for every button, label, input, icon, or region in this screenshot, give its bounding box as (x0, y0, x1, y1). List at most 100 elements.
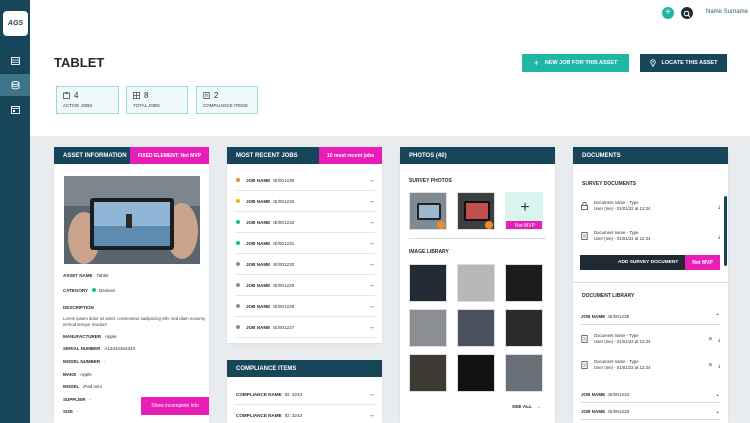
page-title: TABLET (54, 55, 105, 70)
job-row[interactable]: JOB NAME IE/001230 → (236, 254, 375, 275)
library-document-item[interactable]: Document name - Type User (me) - 01/01/22… (581, 327, 720, 351)
model-number-row: MODEL NUMBER - (63, 359, 106, 364)
see-all-link[interactable]: SEE ALL → (512, 405, 541, 410)
field-label: ASSET NAME (63, 273, 93, 278)
library-photo[interactable] (457, 354, 495, 392)
field-label: DESCRIPTION (63, 305, 94, 310)
field-label: CATEGORY (63, 288, 89, 293)
library-job-row[interactable]: JOB NAME IE/001233 ⌄ (581, 404, 720, 420)
status-dot-icon (236, 262, 240, 266)
location-pin-icon (649, 59, 656, 67)
job-label: JOB NAME (246, 198, 271, 204)
make-row: MAKE Apple (63, 372, 92, 377)
library-photo[interactable] (505, 354, 543, 392)
library-document-item[interactable]: Document name - Type User (me) - 01/01/22… (581, 353, 720, 377)
tablet-photo-image (64, 176, 200, 264)
job-row[interactable]: JOB NAME IE/001232 → (236, 212, 375, 233)
job-row[interactable]: JOB NAME IE/001228 → (236, 296, 375, 317)
job-label: JOB NAME (246, 324, 271, 330)
library-photo[interactable] (409, 354, 447, 392)
survey-photo[interactable] (457, 192, 495, 230)
job-row[interactable]: JOB NAME IE/001229 → (236, 275, 375, 296)
download-icon[interactable]: ⤓ (718, 363, 720, 368)
stat-active-jobs: 4 ACTIVE JOBS (56, 86, 119, 114)
status-dot-icon (236, 220, 240, 224)
show-incomplete-info-button[interactable]: Show incomplete info (141, 397, 209, 415)
card-header: DOCUMENTS (573, 147, 728, 164)
stat-value: 2 (214, 91, 219, 100)
survey-photo[interactable] (409, 192, 447, 230)
database-icon (11, 80, 19, 89)
card-header: COMPLIANCE ITEMS (227, 360, 382, 377)
status-dot-icon (236, 325, 240, 329)
asset-photo[interactable] (64, 176, 200, 264)
download-icon[interactable]: ⤓ (718, 234, 720, 239)
status-dot-icon (236, 304, 240, 308)
description-label: DESCRIPTION (63, 305, 98, 310)
chevron-down-icon: ⌄ (714, 409, 720, 415)
library-photo[interactable] (505, 264, 543, 302)
arrow-right-icon: → (368, 323, 375, 331)
field-label: MANUFACTURER (63, 334, 101, 339)
add-photo-tile[interactable]: + Not MVP (505, 192, 543, 230)
download-icon[interactable]: ⤓ (718, 337, 720, 342)
clipboard-icon (63, 92, 70, 99)
card-title: COMPLIANCE ITEMS (236, 365, 297, 372)
compliance-row[interactable]: COMPLIANCE NAME ID: 3243 → (236, 405, 375, 423)
user-name[interactable]: Name Surname (706, 9, 748, 15)
library-photo[interactable] (457, 309, 495, 347)
stat-value: 8 (144, 91, 149, 100)
library-photo[interactable] (505, 309, 543, 347)
document-meta: User (me) - 01/01/22 at 12:34 (594, 339, 651, 344)
job-label: JOB NAME (246, 282, 271, 288)
plus-icon: + (533, 58, 539, 68)
sidebar-item-assets[interactable] (0, 74, 30, 96)
add-survey-document-button[interactable]: ADD SURVEY DOCUMENT Not MVP (580, 255, 720, 270)
chevron-up-icon: ⌃ (714, 314, 720, 320)
document-icon (581, 335, 588, 343)
download-icon[interactable]: ⤓ (718, 204, 720, 209)
survey-documents-label: SURVEY DOCUMENTS (582, 181, 636, 187)
stat-label: TOTAL JOBS (133, 103, 160, 108)
new-job-button[interactable]: + NEW JOB FOR THIS ASSET (522, 54, 629, 72)
compliance-row[interactable]: COMPLIANCE NAME ID: 3243 → (236, 384, 375, 405)
arrow-right-icon: → (368, 176, 375, 184)
logo[interactable]: AGS (3, 11, 28, 36)
stat-total-jobs: 8 TOTAL JOBS (126, 86, 188, 114)
unlink-icon[interactable]: ⊘ (708, 362, 712, 368)
library-photo[interactable] (409, 309, 447, 347)
photos-card: PHOTOS (40) SURVEY PHOTOS + Not MVP IMAG… (400, 147, 555, 423)
field-value: iPad mini (83, 384, 102, 389)
library-job-row[interactable]: JOB NAME IE/001234 ⌄ (581, 387, 720, 403)
field-label: SERIAL NUMBER (63, 346, 101, 351)
locate-asset-button[interactable]: LOCATE THIS ASSET (640, 54, 727, 72)
divider (409, 238, 546, 239)
add-icon[interactable]: + (662, 7, 674, 19)
sidebar-item-calendar[interactable] (0, 98, 30, 120)
library-job-row-expanded[interactable]: JOB NAME IE/001235 ⌃ (581, 309, 720, 325)
documents-scrollbar[interactable] (724, 196, 727, 266)
status-dot-icon (236, 283, 240, 287)
locate-label: LOCATE THIS ASSET (661, 60, 718, 66)
status-dot-icon (236, 241, 240, 245)
sidebar: AGS (0, 0, 30, 423)
field-value: - (77, 409, 79, 414)
survey-document-item[interactable]: Document name - Type User (me) - 01/01/22… (581, 194, 720, 218)
sidebar-item-list[interactable] (0, 50, 30, 72)
job-row[interactable]: JOB NAME IE/001233 → (236, 191, 375, 212)
search-icon[interactable] (681, 7, 693, 19)
job-row[interactable]: JOB NAME IE/001235 → (236, 170, 375, 191)
job-id: IE/001230 (273, 261, 295, 267)
job-id: IE/001233 (273, 198, 295, 204)
divider (573, 282, 728, 283)
job-row[interactable]: JOB NAME IE/001231 → (236, 233, 375, 254)
survey-document-item[interactable]: Document name - Type User (me) - 01/01/22… (581, 224, 720, 248)
job-id: IE/001235 (273, 177, 295, 183)
status-dot-icon (236, 199, 240, 203)
library-photo[interactable] (457, 264, 495, 302)
job-row[interactable]: JOB NAME IE/001227 → (236, 317, 375, 338)
search-glyph (683, 10, 691, 18)
unlink-icon[interactable]: ⊘ (708, 336, 712, 342)
library-photo[interactable] (409, 264, 447, 302)
chevron-down-icon: ⌄ (714, 392, 720, 398)
